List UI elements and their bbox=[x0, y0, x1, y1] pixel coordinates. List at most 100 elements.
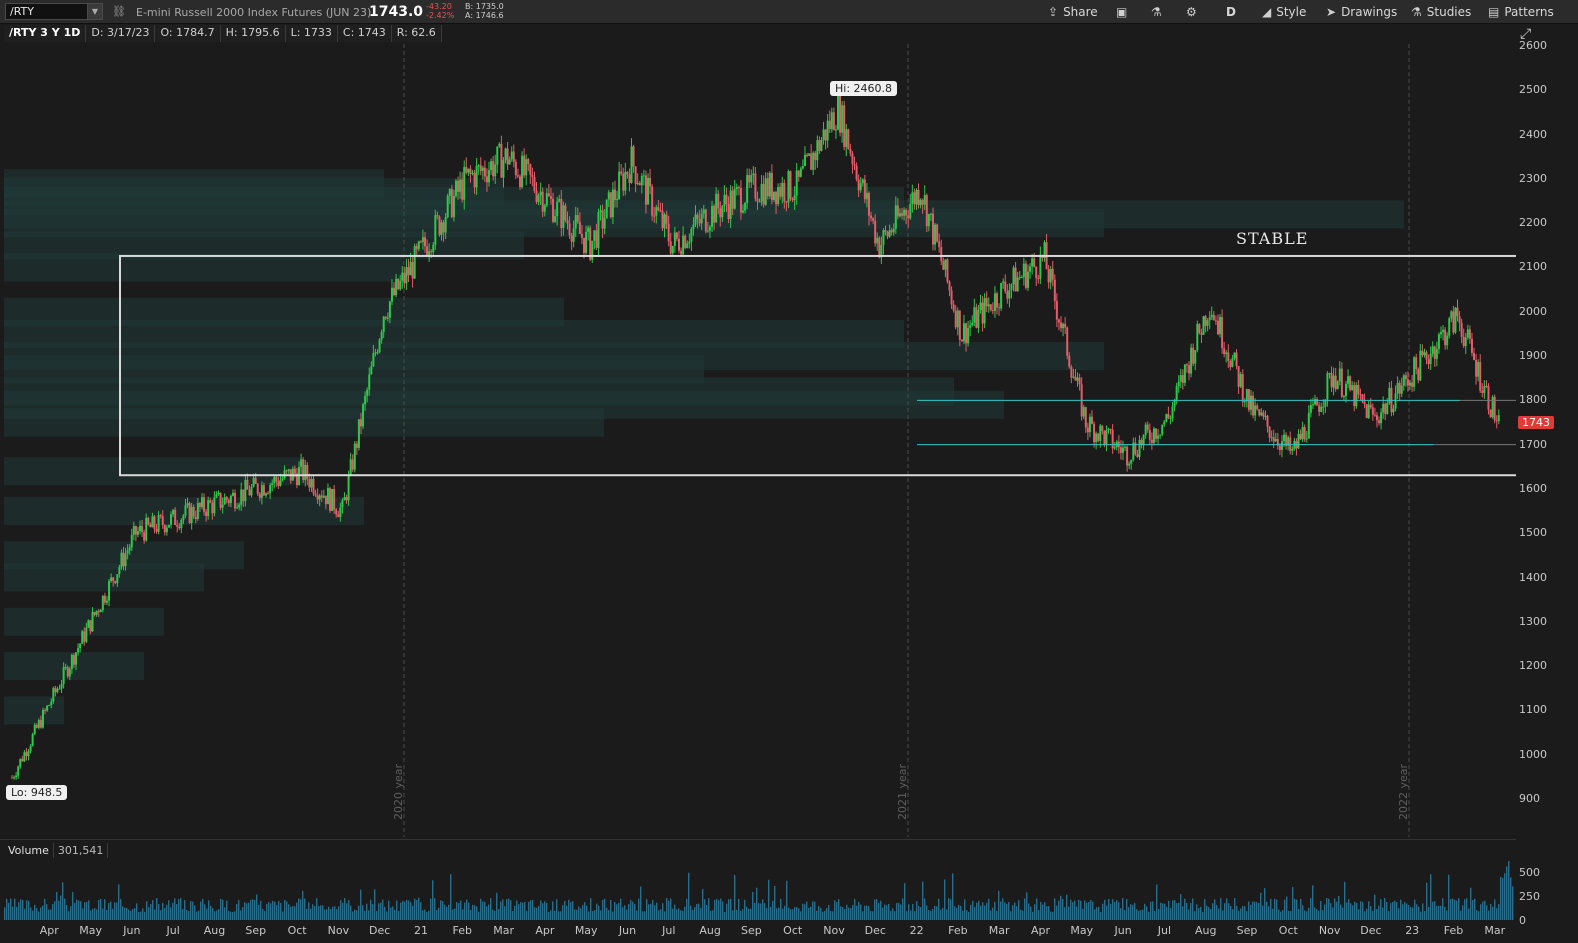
time-tick-label: Mar bbox=[988, 924, 1010, 937]
volume-bar bbox=[110, 901, 112, 920]
candle-body bbox=[1458, 316, 1461, 323]
aggregation-button[interactable]: D bbox=[1226, 0, 1236, 24]
volume-bar bbox=[238, 900, 240, 920]
volume-bar bbox=[174, 898, 176, 920]
candle-body bbox=[77, 648, 80, 653]
price-chart[interactable] bbox=[4, 44, 1516, 837]
snapshot-button[interactable]: ▣ bbox=[1116, 0, 1132, 24]
candle-body bbox=[33, 724, 36, 735]
volume-bar bbox=[908, 904, 910, 920]
candle-body bbox=[789, 171, 792, 199]
volume-bar bbox=[538, 905, 540, 920]
volume-bar bbox=[994, 901, 996, 920]
volume-bar bbox=[98, 900, 100, 920]
volume-bar bbox=[192, 901, 194, 920]
volume-bar bbox=[840, 906, 842, 920]
volume-value: 301,541 bbox=[54, 843, 109, 858]
candle-body bbox=[1388, 387, 1391, 404]
candle-body bbox=[1146, 424, 1149, 430]
candle-body bbox=[1392, 408, 1395, 413]
symbol-selector[interactable]: /RTY ▼ bbox=[5, 3, 103, 20]
volume-bar bbox=[180, 898, 182, 920]
volume-bar bbox=[44, 898, 46, 920]
volume-pane[interactable] bbox=[4, 861, 1516, 920]
volume-bar bbox=[630, 900, 632, 920]
candle-body bbox=[711, 206, 714, 227]
candle-body bbox=[438, 216, 441, 235]
studies-button[interactable]: ⚗ Studies bbox=[1411, 0, 1471, 24]
volume-bar bbox=[1272, 908, 1274, 920]
volume-bar bbox=[838, 899, 840, 920]
bar-close: C: 1743 bbox=[337, 25, 392, 42]
pane-divider[interactable] bbox=[0, 839, 1516, 840]
volume-bar bbox=[552, 901, 554, 920]
volume-bar bbox=[1006, 903, 1008, 920]
symbol-period[interactable]: /RTY 3 Y 1D bbox=[4, 25, 87, 42]
patterns-button[interactable]: ▤ Patterns bbox=[1488, 0, 1554, 24]
candle-body bbox=[680, 250, 683, 255]
volume-bar bbox=[1240, 908, 1242, 920]
volume-label[interactable]: Volume bbox=[4, 843, 54, 858]
volume-bar bbox=[1234, 898, 1236, 920]
candle-body bbox=[62, 667, 65, 684]
candle-body bbox=[729, 190, 732, 220]
candle-body bbox=[1167, 414, 1170, 418]
volume-bar bbox=[962, 910, 964, 920]
pct-change: -2.42% bbox=[426, 11, 455, 20]
volume-bar bbox=[350, 905, 352, 920]
volume-bar bbox=[1194, 911, 1196, 920]
candle-body bbox=[1169, 417, 1172, 419]
candle-body bbox=[527, 159, 530, 165]
volume-bar bbox=[996, 910, 998, 920]
volume-bar bbox=[90, 910, 92, 920]
volume-bar bbox=[856, 905, 858, 920]
settings-button[interactable]: ⚙ bbox=[1186, 0, 1202, 24]
volume-bar bbox=[844, 909, 846, 920]
volume-bar bbox=[950, 899, 952, 920]
candle-body bbox=[572, 228, 575, 242]
volume-bar bbox=[106, 910, 108, 920]
candle-body bbox=[1022, 263, 1025, 278]
volume-bar bbox=[748, 908, 750, 920]
volume-bar bbox=[818, 906, 820, 920]
candle-body bbox=[549, 196, 552, 199]
volume-bar bbox=[402, 900, 404, 920]
volume-bar bbox=[280, 903, 282, 920]
price-tick-label: 1100 bbox=[1519, 703, 1547, 717]
share-button[interactable]: ⇪ Share bbox=[1048, 0, 1098, 24]
time-tick-label: Sep bbox=[741, 924, 762, 937]
volume-bar bbox=[876, 899, 878, 920]
candle-body bbox=[921, 199, 924, 205]
volume-bar bbox=[1136, 909, 1138, 920]
candle-body bbox=[186, 503, 189, 506]
volume-bar bbox=[270, 903, 272, 920]
candle-body bbox=[977, 310, 980, 328]
style-button[interactable]: ◢ Style bbox=[1262, 0, 1306, 24]
volume-bar bbox=[276, 905, 278, 920]
volume-bar bbox=[210, 905, 212, 920]
volume-bar bbox=[1348, 899, 1350, 920]
candle-body bbox=[72, 654, 75, 665]
candle-body bbox=[465, 166, 468, 173]
candle-body bbox=[647, 177, 650, 205]
drawings-button[interactable]: ➤ Drawings bbox=[1326, 0, 1397, 24]
volume-bar bbox=[1238, 910, 1240, 920]
candle-body bbox=[165, 527, 168, 533]
candle-body bbox=[1342, 396, 1345, 398]
candle-body bbox=[390, 287, 393, 302]
link-icon[interactable]: ⛓ bbox=[112, 5, 126, 18]
chevron-down-icon[interactable]: ▼ bbox=[87, 4, 102, 19]
candle-body bbox=[411, 261, 414, 279]
volume-bar bbox=[668, 900, 670, 920]
candle-body bbox=[609, 192, 612, 218]
volume-bar bbox=[158, 904, 160, 920]
volume-bar bbox=[878, 903, 880, 920]
candle-body bbox=[518, 176, 521, 188]
volume-bar bbox=[382, 899, 384, 920]
volume-bar bbox=[488, 904, 490, 920]
flask-button[interactable]: ⚗ bbox=[1151, 0, 1167, 24]
candle-body bbox=[23, 752, 26, 762]
volume-bar bbox=[1334, 898, 1336, 920]
volume-bar bbox=[760, 903, 762, 920]
volume-bar bbox=[188, 911, 190, 920]
